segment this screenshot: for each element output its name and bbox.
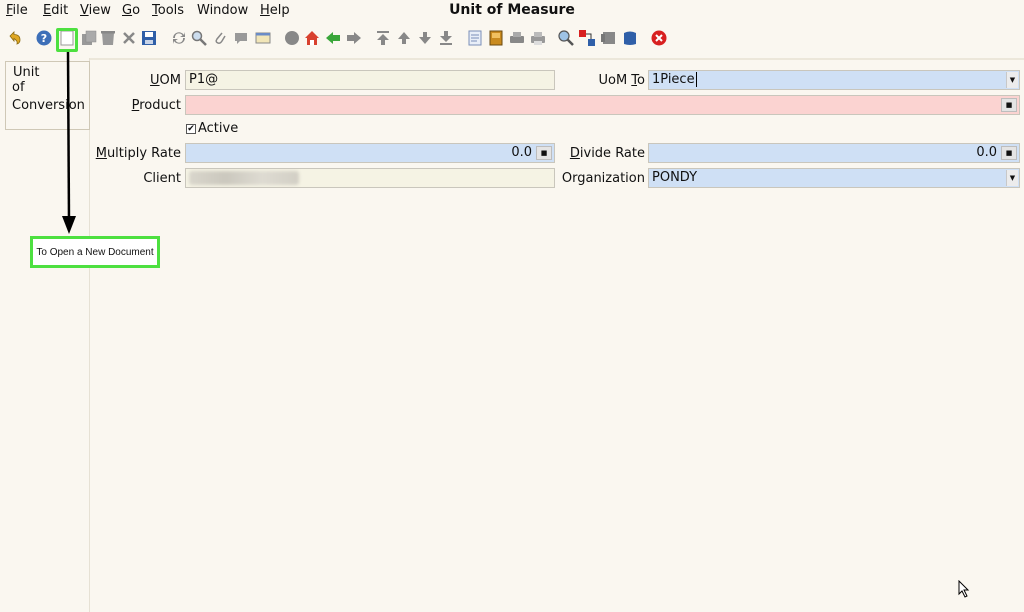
new-record-highlight: [56, 28, 78, 52]
multiply-rate-value: 0.0: [511, 145, 532, 160]
multiply-rate-field[interactable]: 0.0 ■: [185, 143, 555, 163]
menu-edit[interactable]: Edit: [43, 3, 68, 18]
menu-tools[interactable]: Tools: [152, 3, 184, 18]
product-lookup-icon[interactable]: ■: [1001, 98, 1017, 112]
attachment-icon[interactable]: [211, 29, 229, 47]
copy-record-icon[interactable]: [80, 29, 98, 47]
callout-text: To Open a New Document: [36, 246, 154, 258]
mouse-cursor-icon: [958, 580, 970, 598]
request-icon[interactable]: [600, 29, 618, 47]
uom-to-value: 1Piece: [652, 72, 695, 87]
annotation-arrow-icon: [62, 52, 76, 234]
back-icon[interactable]: [324, 29, 342, 47]
client-value-redacted: [189, 171, 299, 185]
last-record-icon[interactable]: [437, 29, 455, 47]
menu-file[interactable]: File: [6, 3, 28, 18]
next-record-icon[interactable]: [416, 29, 434, 47]
zoom-across-icon[interactable]: [557, 29, 575, 47]
chevron-down-icon[interactable]: ▼: [1006, 72, 1018, 88]
uom-label: UOM: [150, 73, 181, 88]
menu-go[interactable]: Go: [122, 3, 140, 18]
exit-icon[interactable]: [650, 29, 668, 47]
chat-icon[interactable]: [232, 29, 250, 47]
previous-record-icon[interactable]: [395, 29, 413, 47]
divide-rate-label: Divide Rate: [569, 146, 645, 161]
print-preview-icon[interactable]: [508, 29, 526, 47]
print-icon[interactable]: [529, 29, 547, 47]
menu-window[interactable]: Window: [197, 3, 248, 18]
first-record-icon[interactable]: [374, 29, 392, 47]
active-label: Active: [198, 121, 239, 136]
home-icon[interactable]: [303, 29, 321, 47]
help-icon[interactable]: ?: [35, 29, 53, 47]
multi-record-view-icon[interactable]: [254, 29, 272, 47]
menubar: File Edit View Go Tools Window Help Unit…: [0, 0, 1024, 22]
calculator-icon[interactable]: ■: [536, 146, 552, 160]
forward-icon[interactable]: [345, 29, 363, 47]
save-icon[interactable]: [140, 29, 158, 47]
refresh-icon[interactable]: [170, 29, 188, 47]
organization-select[interactable]: PONDY ▼: [648, 168, 1020, 188]
uom-to-label: UoM To: [598, 73, 645, 88]
client-field: [185, 168, 555, 188]
active-checkbox[interactable]: ✔: [186, 124, 196, 134]
product-label: Product: [131, 98, 181, 113]
product-info-icon[interactable]: [621, 29, 639, 47]
annotation-callout: To Open a New Document: [30, 236, 160, 268]
toolbar: ?: [0, 26, 1024, 54]
delete-icon[interactable]: [99, 29, 117, 47]
product-field[interactable]: ■: [185, 95, 1020, 115]
organization-value: PONDY: [652, 170, 698, 185]
svg-text:?: ?: [41, 32, 47, 45]
divide-rate-value: 0.0: [976, 145, 997, 160]
history-icon[interactable]: [283, 29, 301, 47]
menu-view[interactable]: View: [80, 3, 111, 18]
archive-icon[interactable]: [487, 29, 505, 47]
find-icon[interactable]: [190, 29, 208, 47]
uom-to-select[interactable]: 1Piece ▼: [648, 70, 1020, 90]
workflow-icon[interactable]: [578, 29, 596, 47]
multiply-rate-label: Multiply Rate: [95, 146, 181, 161]
delete-selection-icon[interactable]: [120, 29, 138, 47]
organization-label: Organization: [561, 171, 645, 186]
menu-help[interactable]: Help: [260, 3, 290, 18]
form-area: [90, 58, 1024, 612]
uom-field[interactable]: P1@: [185, 70, 555, 90]
client-label: Client: [143, 171, 181, 186]
divide-rate-field[interactable]: 0.0 ■: [648, 143, 1020, 163]
report-icon[interactable]: [466, 29, 484, 47]
chevron-down-icon[interactable]: ▼: [1006, 170, 1018, 186]
undo-icon[interactable]: [6, 29, 24, 47]
uom-value: P1@: [189, 72, 219, 87]
calculator-icon[interactable]: ■: [1001, 146, 1017, 160]
